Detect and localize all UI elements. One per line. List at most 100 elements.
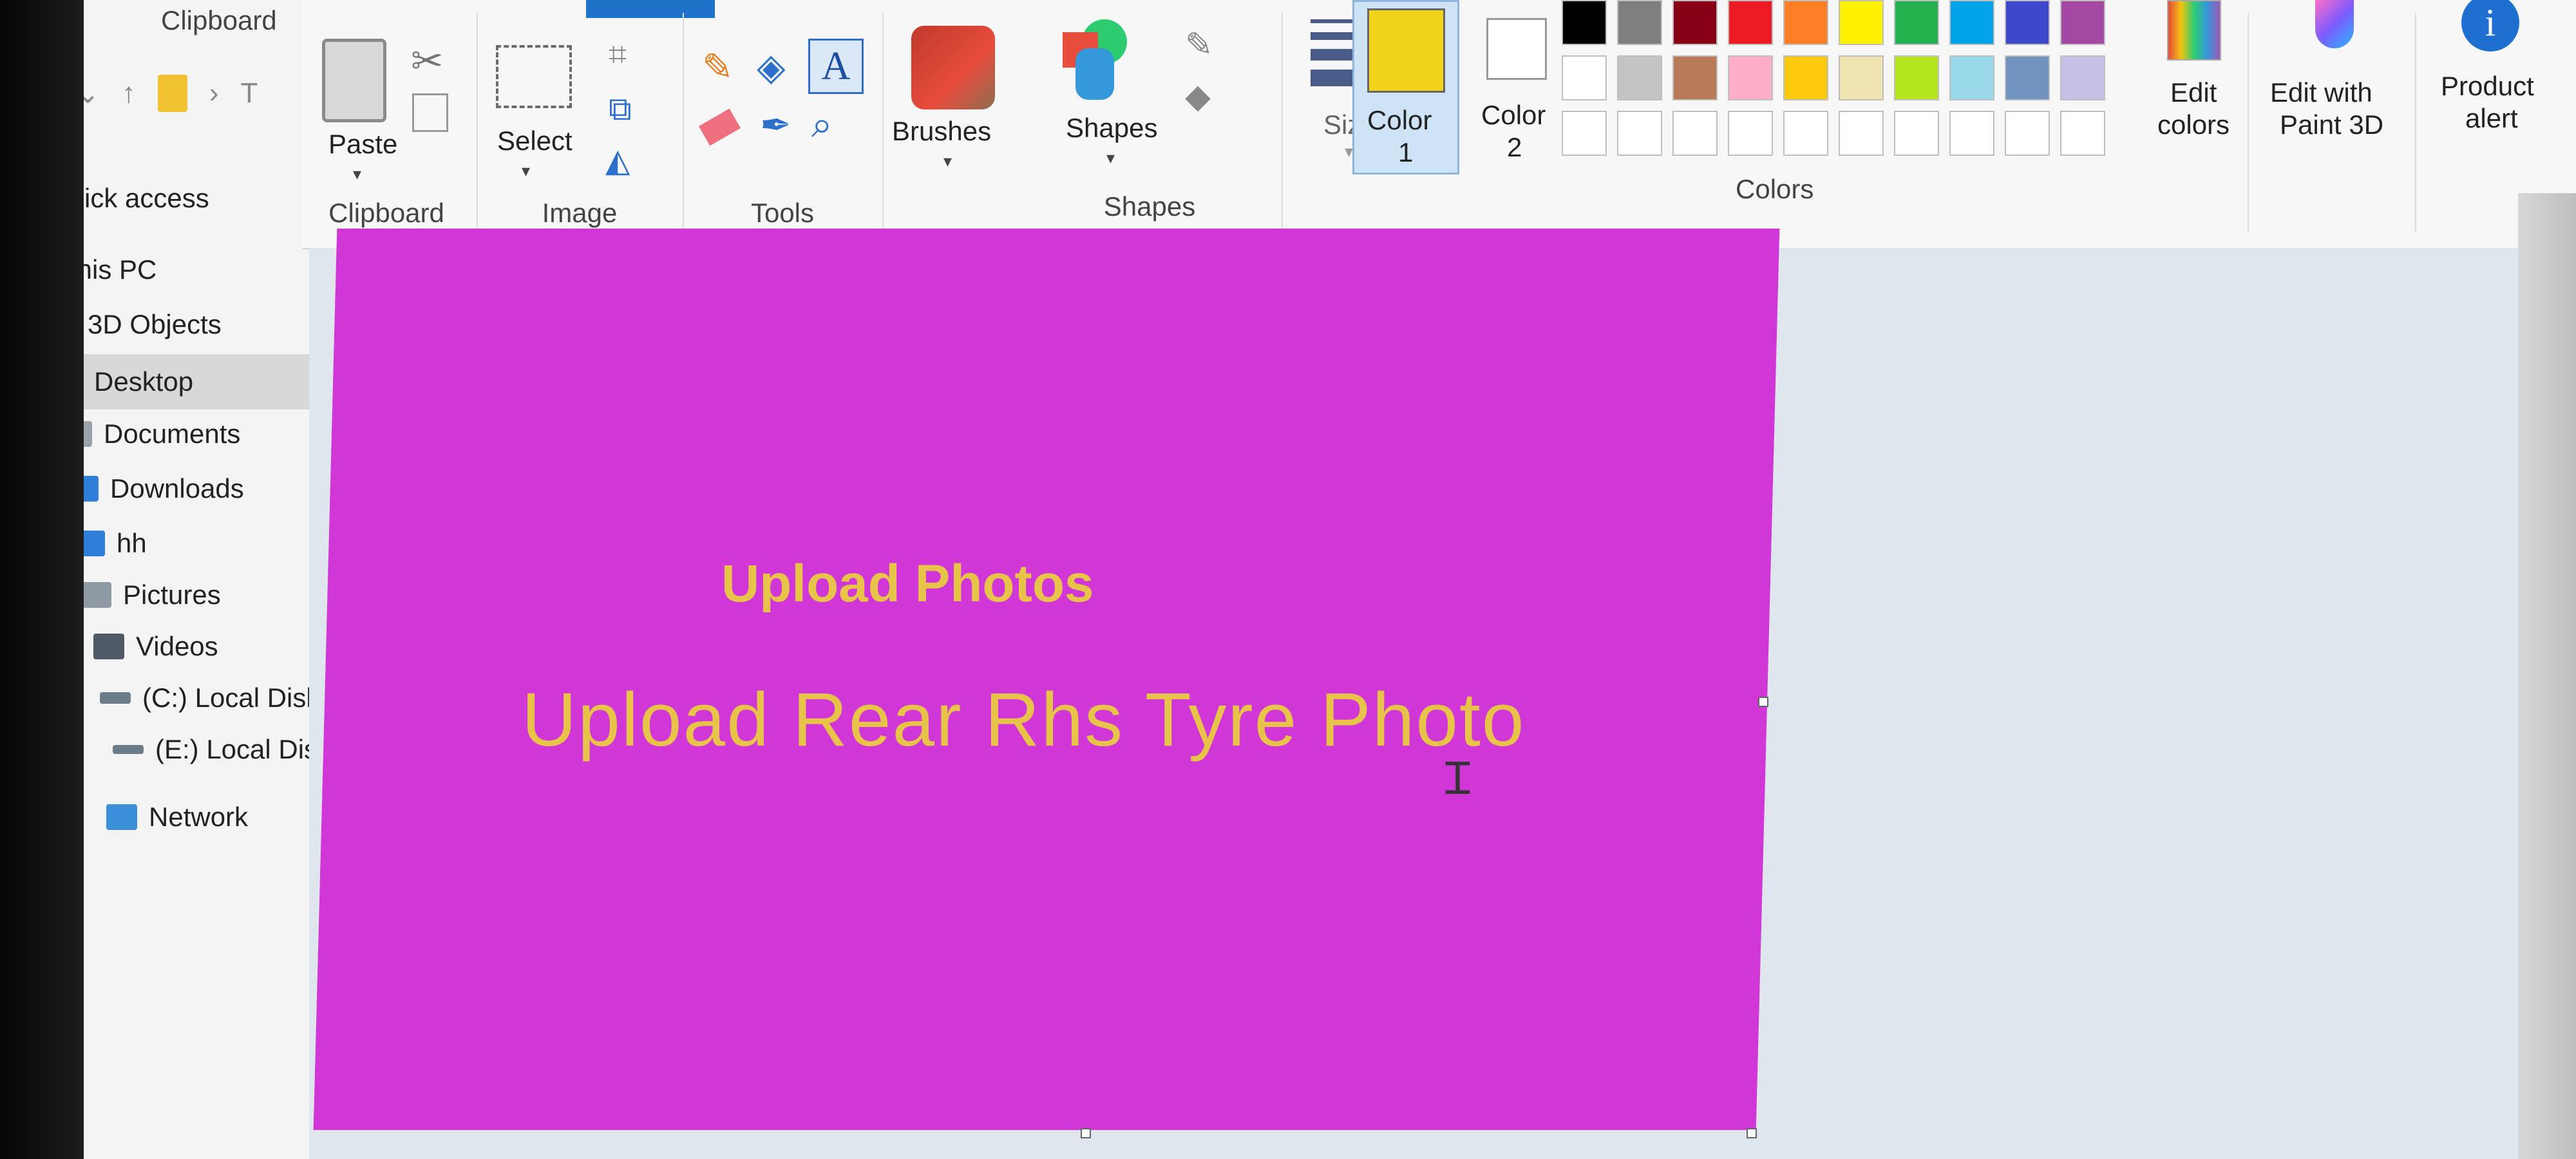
nav-item-c-drive[interactable]: (C:) Local Disk [100, 683, 319, 713]
shapes-group-label: Shapes [1103, 191, 1196, 221]
resize-handle-bottom[interactable] [1081, 1128, 1091, 1138]
palette-swatch[interactable] [1949, 55, 1994, 100]
palette-swatch[interactable] [1728, 111, 1773, 156]
palette-swatch[interactable] [1562, 55, 1607, 100]
color2-label-top: Color [1481, 100, 1546, 130]
palette-swatch[interactable] [2060, 0, 2105, 45]
nav-item-e-drive[interactable]: (E:) Local Disk [113, 734, 331, 765]
nav-network-label: Network [149, 802, 249, 832]
palette-swatch[interactable] [1672, 55, 1718, 100]
palette-swatch[interactable] [1562, 0, 1607, 45]
palette-swatch[interactable] [1672, 0, 1718, 45]
color1-label-bottom: 1 [1398, 137, 1414, 167]
brushes-button[interactable]: Brushes [892, 116, 991, 147]
nav-item-label: (C:) Local Disk [142, 683, 320, 713]
copy-icon[interactable] [412, 93, 448, 132]
palette-swatch[interactable] [1783, 0, 1828, 45]
palette-swatch[interactable] [1839, 55, 1884, 100]
paint-ribbon: Paste ▾ ✂ Clipboard Select ▾ ⌗ ⧉ ◭ Image… [303, 0, 2576, 249]
nav-item-label: (E:) Local Disk [155, 734, 332, 764]
up-arrow-icon[interactable]: ↑ [122, 77, 136, 109]
nav-item-hh[interactable]: hh [74, 528, 147, 559]
clipboard-icon[interactable] [322, 39, 386, 122]
palette-swatch[interactable] [1949, 0, 1994, 45]
palette-swatch[interactable] [1728, 55, 1773, 100]
tools-group-label: Tools [750, 198, 815, 228]
palette-swatch[interactable] [2005, 111, 2050, 156]
palette-swatch[interactable] [2005, 55, 2050, 100]
chevron-down-icon[interactable]: ▾ [943, 151, 952, 171]
palette-swatch[interactable] [2005, 0, 2050, 45]
paint3d-icon [2315, 0, 2354, 48]
color-picker-icon[interactable]: ✒ [760, 103, 791, 147]
breadcrumb-path[interactable]: T [241, 77, 258, 109]
palette-swatch[interactable] [1894, 0, 1939, 45]
product-alert-button[interactable]: i Product alert [2421, 0, 2557, 180]
palette-swatch[interactable] [2060, 111, 2105, 156]
chevron-down-icon[interactable]: ▾ [522, 161, 530, 181]
nav-network[interactable]: Network [106, 802, 248, 833]
palette-swatch[interactable] [1617, 0, 1662, 45]
nav-item-videos[interactable]: Videos [93, 631, 218, 662]
nav-item-label: hh [117, 528, 147, 558]
nav-item-pictures[interactable]: Pictures [80, 580, 221, 610]
paste-button[interactable]: Paste [328, 129, 397, 160]
palette-swatch[interactable] [1783, 55, 1828, 100]
outline-icon[interactable]: ✎ [1185, 26, 1213, 64]
palette-swatch[interactable] [1894, 55, 1939, 100]
color2-button[interactable]: Color 2 [1468, 0, 1565, 171]
resize-icon[interactable]: ⧉ [609, 90, 632, 128]
colors-group-label: Colors [1736, 174, 1814, 204]
palette-swatch[interactable] [1728, 0, 1773, 45]
nav-item-label: Pictures [123, 580, 221, 610]
magnifier-icon[interactable]: ⌕ [811, 103, 832, 147]
crop-icon[interactable]: ⌗ [609, 35, 627, 73]
rotate-icon[interactable]: ◭ [605, 142, 630, 179]
palette-swatch[interactable] [1617, 111, 1662, 156]
edit-with-paint3d-button[interactable]: Edit with Paint 3D [2254, 0, 2415, 180]
pictures-icon [80, 582, 111, 608]
nav-item-documents[interactable]: Documents [61, 419, 240, 449]
select-button[interactable]: Select [497, 126, 573, 156]
fill-bucket-icon[interactable]: ◆ [1185, 77, 1211, 116]
shapes-button[interactable]: Shapes [1066, 113, 1157, 144]
product-alert-label-top: Product [2441, 71, 2534, 101]
palette-swatch[interactable] [1949, 111, 1994, 156]
resize-handle-right[interactable] [1758, 697, 1768, 707]
color2-label-bottom: 2 [1507, 132, 1522, 162]
palette-swatch[interactable] [1562, 111, 1607, 156]
palette-swatch[interactable] [1894, 111, 1939, 156]
canvas-subtitle-text: Upload Rear Rhs Tyre Photo [522, 677, 1526, 762]
cut-icon[interactable]: ✂ [411, 39, 443, 84]
resize-handle-corner[interactable] [1747, 1128, 1757, 1138]
shapes-icon[interactable] [1063, 19, 1127, 100]
ribbon-divider [2248, 13, 2249, 232]
ribbon-divider [683, 13, 684, 232]
canvas-title-text: Upload Photos [721, 554, 1094, 613]
fill-icon[interactable]: ◈ [757, 45, 786, 89]
edit-colors-button[interactable]: Edit colors [2135, 0, 2251, 180]
chevron-down-icon[interactable]: ▾ [353, 164, 361, 184]
palette-swatch[interactable] [1672, 111, 1718, 156]
brush-icon[interactable] [911, 26, 995, 109]
nav-item-label: Desktop [94, 366, 194, 397]
palette-swatch[interactable] [1839, 111, 1884, 156]
palette-swatch[interactable] [1617, 55, 1662, 100]
monitor-bezel-right [2518, 193, 2576, 1159]
palette-swatch[interactable] [1839, 0, 1884, 45]
paint3d-label-top: Edit with [2270, 77, 2372, 108]
select-icon[interactable] [496, 45, 572, 108]
palette-swatch[interactable] [1783, 111, 1828, 156]
color-spectrum-icon [2167, 0, 2221, 61]
nav-item-downloads[interactable]: Downloads [68, 473, 244, 504]
palette-swatch[interactable] [2060, 55, 2105, 100]
drive-icon [100, 692, 131, 704]
eraser-icon[interactable] [698, 108, 741, 146]
screen: Clipboard → ⌄ ↑ › T ★ Quick access This … [0, 0, 2576, 1159]
color1-button[interactable]: Color 1 [1352, 0, 1459, 174]
pencil-icon[interactable]: ✎ [702, 45, 734, 89]
chevron-down-icon[interactable]: ▾ [1106, 148, 1115, 168]
text-icon[interactable]: A [808, 39, 864, 94]
drive-icon [113, 745, 144, 754]
image-group: Select ▾ ⌗ ⧉ ◭ Image [483, 0, 676, 248]
